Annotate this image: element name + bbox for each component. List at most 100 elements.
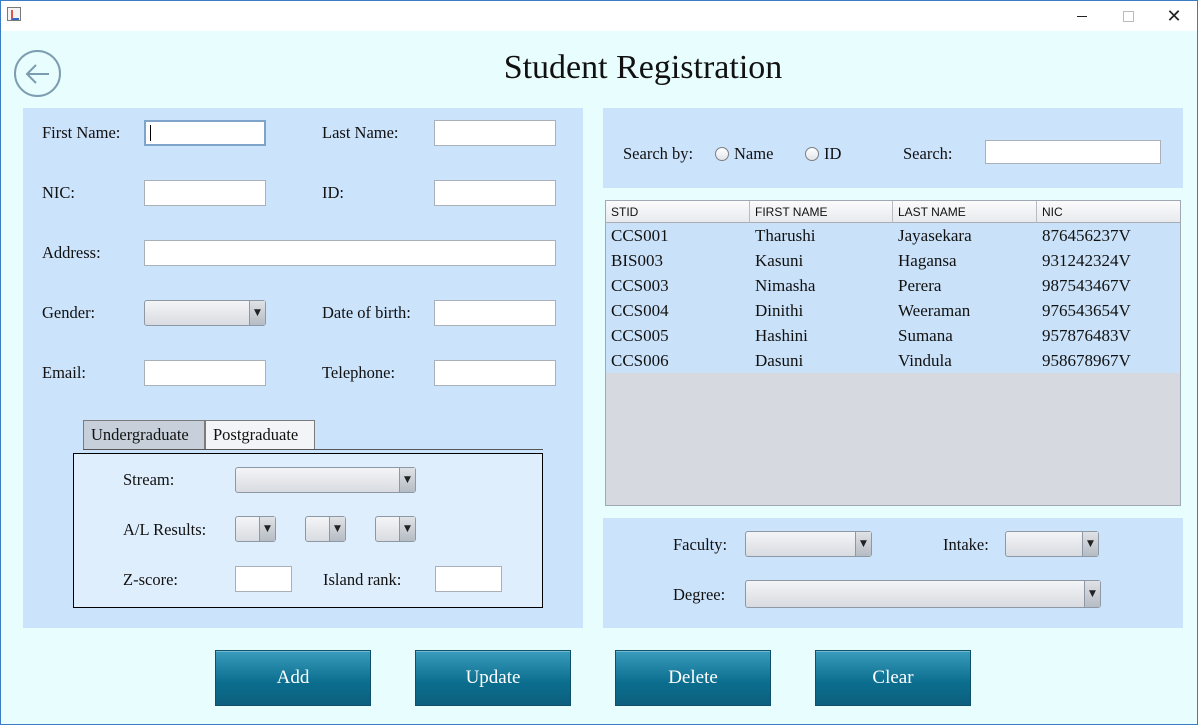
chevron-down-icon: ▼ [329,517,345,541]
chevron-down-icon: ▼ [1084,581,1100,607]
intake-label: Intake: [943,535,989,554]
email-field[interactable] [144,360,266,386]
page-title: Student Registration [503,49,783,86]
cell-first-name: Nimasha [755,276,816,295]
cell-first-name: Dinithi [755,301,804,320]
table-row[interactable]: CCS005 Hashini Sumana 957876483V [606,323,1180,348]
table-body: CCS001 Tharushi Jayasekara 876456237V BI… [606,223,1180,373]
al-result-3-dropdown[interactable]: ▼ [375,516,416,542]
tab-postgraduate[interactable]: Postgraduate [205,420,315,450]
update-button[interactable]: Update [415,650,571,706]
last-name-label: Last Name: [322,123,399,142]
cell-last-name: Jayasekara [898,226,972,245]
clear-button[interactable]: Clear [815,650,971,706]
gender-label: Gender: [42,303,96,322]
intake-dropdown[interactable]: ▼ [1005,531,1099,557]
cell-first-name: Kasuni [755,251,804,270]
cell-nic: 976543654V [1042,301,1131,320]
first-name-field[interactable] [144,120,266,146]
table-header: STID FIRST NAME LAST NAME NIC [606,201,1180,223]
title-bar: ✕ [1,1,1197,31]
last-name-field[interactable] [434,120,556,146]
stream-dropdown[interactable]: ▼ [235,467,416,493]
address-label: Address: [42,243,101,262]
cell-stid: CCS005 [611,326,669,345]
cell-last-name: Weeraman [898,301,971,320]
column-header-stid[interactable]: STID [606,201,750,223]
cell-last-name: Perera [898,276,942,295]
nic-label: NIC: [42,183,75,202]
chevron-down-icon: ▼ [1082,532,1098,556]
cell-last-name: Vindula [898,351,952,370]
first-name-label: First Name: [42,123,121,142]
cell-nic: 957876483V [1042,326,1131,345]
chevron-down-icon: ▼ [399,517,415,541]
chevron-down-icon: ▼ [399,468,415,492]
search-by-id-radio[interactable] [805,147,819,161]
island-rank-field[interactable] [435,566,502,592]
gender-dropdown[interactable]: ▼ [144,300,266,326]
delete-button[interactable]: Delete [615,650,771,706]
dob-field[interactable] [434,300,556,326]
search-panel: Search by: Name ID Search: [603,108,1183,188]
search-input[interactable] [985,140,1161,164]
nic-field[interactable] [144,180,266,206]
telephone-field[interactable] [434,360,556,386]
column-header-first-name[interactable]: FIRST NAME [750,201,893,223]
al-results-label: A/L Results: [123,520,207,539]
cell-stid: CCS004 [611,301,669,320]
search-by-label: Search by: [623,144,694,163]
address-field[interactable] [144,240,556,266]
cell-stid: CCS006 [611,351,669,370]
cell-stid: CCS001 [611,226,669,245]
email-label: Email: [42,363,86,382]
minimize-button[interactable] [1059,1,1105,31]
cell-last-name: Hagansa [898,251,957,270]
zscore-field[interactable] [235,566,292,592]
dob-label: Date of birth: [322,303,411,322]
undergraduate-tab-panel: Stream: ▼ A/L Results: ▼ ▼ ▼ Z-score: Is… [73,453,543,608]
island-rank-label: Island rank: [323,570,402,589]
tab-divider [83,449,543,450]
app-window: ✕ Student Registration First Name: Last … [0,0,1198,725]
column-header-last-name[interactable]: LAST NAME [893,201,1037,223]
faculty-label: Faculty: [673,535,728,554]
table-row[interactable]: CCS006 Dasuni Vindula 958678967V [606,348,1180,373]
search-by-name-label: Name [734,144,774,163]
search-by-id-label: ID [824,144,842,163]
stream-label: Stream: [123,470,175,489]
add-button[interactable]: Add [215,650,371,706]
cell-nic: 958678967V [1042,351,1131,370]
table-row[interactable]: CCS004 Dinithi Weeraman 976543654V [606,298,1180,323]
table-row[interactable]: CCS003 Nimasha Perera 987543467V [606,273,1180,298]
academic-panel: Faculty: ▼ Intake: ▼ Degree: ▼ [603,518,1183,628]
faculty-dropdown[interactable]: ▼ [745,531,872,557]
chevron-down-icon: ▼ [259,517,275,541]
column-header-nic[interactable]: NIC [1037,201,1180,223]
table-row[interactable]: BIS003 Kasuni Hagansa 931242324V [606,248,1180,273]
al-result-1-dropdown[interactable]: ▼ [235,516,276,542]
telephone-label: Telephone: [322,363,396,382]
search-label: Search: [903,144,953,163]
al-result-2-dropdown[interactable]: ▼ [305,516,346,542]
cell-first-name: Dasuni [755,351,804,370]
zscore-label: Z-score: [123,570,178,589]
maximize-button[interactable] [1105,1,1151,31]
personal-details-panel: First Name: Last Name: NIC: ID: Address:… [23,108,583,628]
chevron-down-icon: ▼ [855,532,871,556]
degree-label: Degree: [673,585,726,604]
cell-nic: 876456237V [1042,226,1131,245]
chevron-down-icon: ▼ [249,301,265,325]
search-by-name-radio[interactable] [715,147,729,161]
degree-dropdown[interactable]: ▼ [745,580,1101,608]
cell-nic: 987543467V [1042,276,1131,295]
table-row[interactable]: CCS001 Tharushi Jayasekara 876456237V [606,223,1180,248]
cell-first-name: Hashini [755,326,808,345]
id-field[interactable] [434,180,556,206]
cell-first-name: Tharushi [755,226,816,245]
tab-undergraduate[interactable]: Undergraduate [83,420,205,450]
close-button[interactable]: ✕ [1151,1,1197,31]
cell-stid: BIS003 [611,251,663,270]
students-table: STID FIRST NAME LAST NAME NIC CCS001 Tha… [605,200,1181,506]
cell-stid: CCS003 [611,276,669,295]
